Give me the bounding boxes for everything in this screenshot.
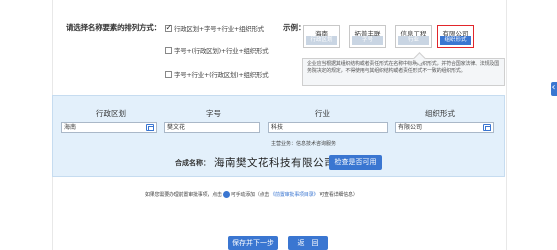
back-button[interactable]: 返 回 <box>288 236 328 250</box>
option-label: 字号+(行政区划)+行业+组织形式 <box>174 47 269 55</box>
region-field[interactable]: 海南 <box>61 122 157 133</box>
header-org-form: 组织形式 <box>425 109 455 118</box>
header-trade-name: 字号 <box>206 109 221 118</box>
industry-value: 科技 <box>271 124 284 131</box>
example-trade-name[interactable]: 拓普丰联 字号 <box>349 25 386 48</box>
option-admin-first[interactable]: 行政区划+字号+行业+组织形式 <box>165 23 264 33</box>
option-label: 字号+行业+(行政区划)+组织形式 <box>174 71 269 79</box>
combined-name-label: 合成名称： <box>175 158 210 167</box>
checkbox-icon[interactable] <box>165 46 172 54</box>
example-industry[interactable]: 信息工程 行业 <box>395 25 432 48</box>
industry-field[interactable]: 科技 <box>268 122 388 133</box>
example-sub: 组织形式 <box>440 36 471 45</box>
org-form-tooltip: 企业应当根据其组织结构或者责任形式在名称中标明组织形式，并符合国家法律、法规及国… <box>302 58 505 86</box>
example-sub: 行政区划 <box>306 36 337 45</box>
option-name-industry-first[interactable]: 字号+行业+(行政区划)+组织形式 <box>165 69 269 79</box>
example-org-form[interactable]: 有限公司 组织形式 <box>437 25 474 48</box>
header-region: 行政区划 <box>96 109 126 118</box>
org-form-value: 有限公司 <box>398 124 423 131</box>
example-sub: 字号 <box>352 36 383 45</box>
trade-name-value: 樊文花 <box>167 124 186 131</box>
save-next-button[interactable]: 保存并下一步 <box>228 236 278 250</box>
region-value: 海南 <box>64 124 77 131</box>
arrange-label: 请选择名称要素的排列方式： <box>66 23 161 32</box>
combined-name-value: 海南樊文花科技有限公司 <box>214 157 335 169</box>
prerequisite-hint: 如果您需要办理前置审批事项，点击 可手动添加（点击 《前置审批事项目录》 可查看… <box>145 191 358 198</box>
checkbox-icon[interactable] <box>165 23 172 32</box>
add-icon[interactable] <box>222 191 230 198</box>
picker-icon[interactable] <box>146 124 154 131</box>
option-name-first[interactable]: 字号+(行政区划)+行业+组织形式 <box>165 45 269 55</box>
trade-name-field[interactable]: 樊文花 <box>164 122 260 133</box>
side-collapse-tab[interactable] <box>551 81 557 96</box>
org-form-field[interactable]: 有限公司 <box>395 122 494 133</box>
example-sub: 行业 <box>398 36 429 45</box>
header-industry: 行业 <box>315 109 330 118</box>
option-label: 行政区划+字号+行业+组织形式 <box>174 25 264 33</box>
picker-icon[interactable] <box>483 124 491 131</box>
check-availability-button[interactable]: 检查是否可用 <box>329 155 382 170</box>
industry-note: 主营业务：信息技术咨询服务 <box>271 141 337 147</box>
catalog-link[interactable]: 《前置审批事项目录》 <box>270 191 318 198</box>
checkbox-icon[interactable] <box>165 70 172 78</box>
example-region[interactable]: 海南 行政区划 <box>303 25 340 48</box>
